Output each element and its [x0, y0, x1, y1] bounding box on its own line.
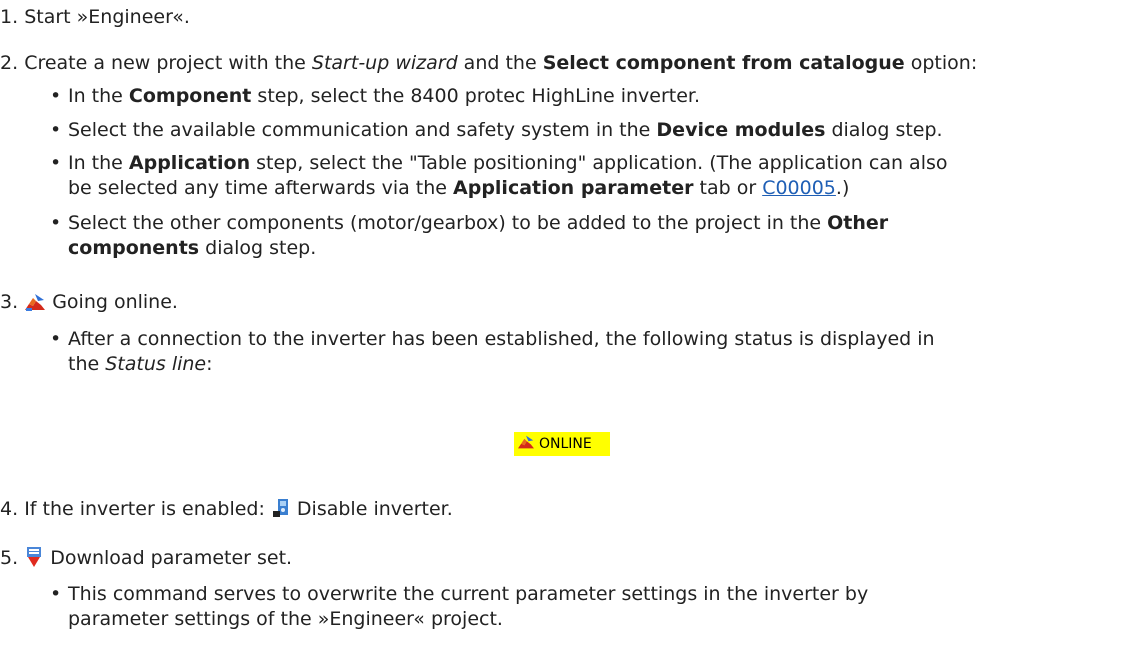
bullet-text: After a connection to the inverter has b… — [68, 328, 935, 350]
download-parameter-set-icon — [24, 546, 44, 574]
step-3-bullet-1-cont: the Status line: — [68, 352, 213, 376]
bullet-dot: • — [50, 119, 62, 141]
step-2-bullet-2: • Select the available communication and … — [50, 118, 943, 142]
step-3: 3. Going online. — [0, 290, 178, 318]
select-component-option: Select component from catalogue — [542, 52, 905, 74]
step-3-number: 3. — [0, 291, 19, 313]
bullet-text: Select the other components (motor/gearb… — [68, 212, 828, 234]
step-2-number: 2. — [0, 52, 19, 74]
component-term: Component — [128, 85, 252, 107]
step-1-text: Start »Engineer«. — [24, 6, 190, 28]
step-2-text: Create a new project with the — [24, 52, 312, 74]
bullet-text: In the — [68, 85, 129, 107]
application-term: Application — [128, 152, 251, 174]
bullet-text: dialog step. — [199, 237, 317, 259]
bullet-text: tab or — [693, 177, 763, 199]
bullet-dot: • — [50, 328, 62, 350]
step-1: 1. Start »Engineer«. — [0, 5, 190, 29]
step-2-bullet-3-cont: be selected any time afterwards via the … — [68, 176, 849, 200]
c00005-link[interactable]: C00005 — [762, 177, 836, 199]
bullet-dot: • — [50, 85, 62, 107]
online-status-text: ONLINE — [539, 436, 592, 452]
step-2-bullet-4: • Select the other components (motor/gear… — [50, 211, 888, 235]
online-status-badge: ONLINE — [514, 432, 610, 456]
step-4: 4. If the inverter is enabled: Disable i… — [0, 497, 453, 525]
bullet-dot: • — [50, 212, 62, 234]
step-1-number: 1. — [0, 6, 19, 28]
other-components-term: Other — [827, 212, 889, 234]
bullet-text: the — [68, 353, 106, 375]
step-5-text: Download parameter set. — [50, 547, 293, 569]
status-line-term: Status line — [105, 353, 207, 375]
step-2-bullet-3: • In the Application step, select the "Ta… — [50, 151, 948, 175]
step-4-text: Disable inverter. — [296, 498, 453, 520]
other-components-term: components — [68, 237, 200, 259]
disable-inverter-icon — [271, 497, 291, 525]
bullet-text: : — [206, 353, 213, 375]
step-2-text: and the — [457, 52, 543, 74]
bullet-text: step, select the 8400 protec HighLine in… — [251, 85, 701, 107]
bullet-text: be selected any time afterwards via the — [68, 177, 454, 199]
step-5-number: 5. — [0, 547, 19, 569]
bullet-dot: • — [50, 152, 62, 174]
bullet-text: parameter settings of the »Engineer« pro… — [68, 608, 503, 630]
step-4-number: 4. — [0, 498, 19, 520]
bullet-text: .) — [835, 177, 850, 199]
going-online-icon — [24, 292, 46, 318]
step-3-bullet-1: • After a connection to the inverter has … — [50, 327, 935, 351]
instruction-document: 1. Start »Engineer«. 2. Create a new pro… — [0, 0, 1143, 659]
bullet-text: step, select the "Table positioning" app… — [250, 152, 948, 174]
step-2: 2. Create a new project with the Start-u… — [0, 51, 977, 75]
bullet-text: This command serves to overwrite the cur… — [68, 583, 869, 605]
bullet-dot: • — [50, 583, 62, 605]
bullet-text: Select the available communication and s… — [68, 119, 657, 141]
online-status-icon — [516, 434, 536, 454]
step-3-text: Going online. — [52, 291, 178, 313]
step-2-bullet-4-cont: components dialog step. — [68, 236, 316, 260]
step-2-text: option: — [904, 52, 978, 74]
step-5-bullet-1: • This command serves to overwrite the cu… — [50, 582, 868, 606]
bullet-text: dialog step. — [825, 119, 943, 141]
startup-wizard-term: Start-up wizard — [311, 52, 458, 74]
device-modules-term: Device modules — [656, 119, 826, 141]
application-parameter-term: Application parameter — [453, 177, 694, 199]
step-4-text: If the inverter is enabled: — [24, 498, 271, 520]
step-5-bullet-1-cont: parameter settings of the »Engineer« pro… — [68, 607, 503, 631]
bullet-text: In the — [68, 152, 129, 174]
step-2-bullet-1: • In the Component step, select the 8400 … — [50, 84, 700, 108]
step-5: 5. Download parameter set. — [0, 546, 292, 574]
